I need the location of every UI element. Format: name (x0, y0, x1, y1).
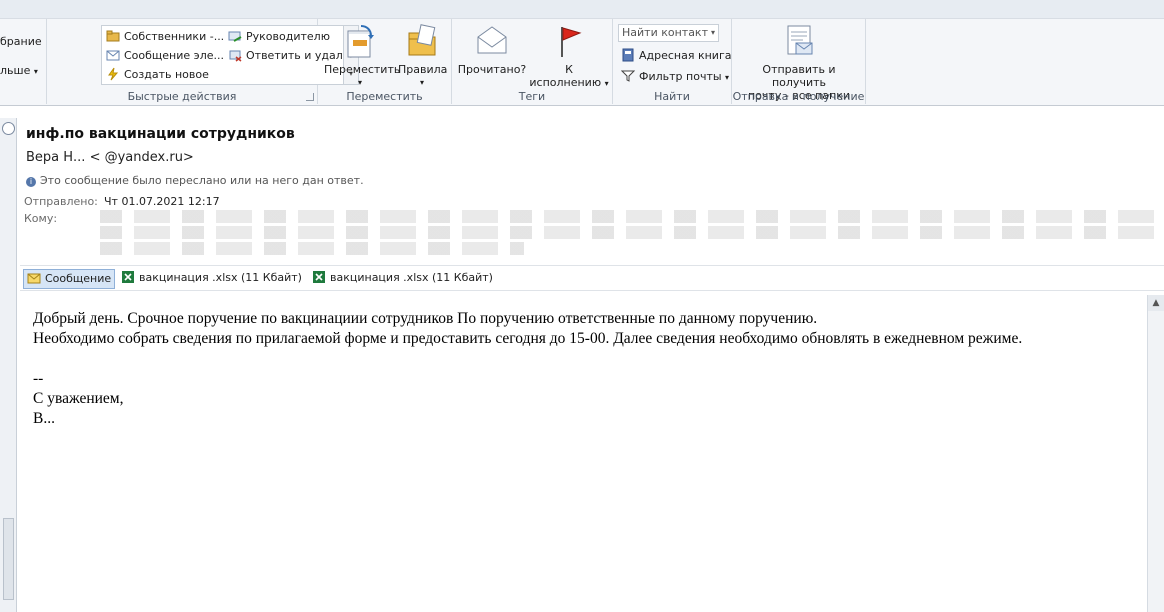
recipients-line (100, 226, 1160, 239)
attachment-file-1-label: вакцинация .xlsx (11 Кбайт) (139, 271, 302, 284)
message-tab[interactable]: Сообщение (23, 269, 116, 289)
message-body-text: Добрый день. Срочное поручение по вакцин… (33, 310, 1023, 427)
folder-icon (106, 29, 120, 43)
mail-icon (106, 48, 120, 62)
message-from[interactable]: Вера Н... < @yandex.ru> (26, 150, 194, 165)
excel-icon (312, 270, 326, 284)
ribbon: брание льше ▾ Собственники -... Руководи… (0, 0, 1164, 106)
message-tab-label: Сообщение (45, 272, 112, 285)
find-contact-input[interactable]: Найти контакт ▾ (618, 24, 719, 42)
ribbon-tab-strip (0, 0, 1164, 19)
group-label-quick-steps: Быстрые действия (127, 90, 237, 103)
send-receive-icon (787, 25, 813, 55)
forwarded-notice: i Это сообщение было переслано или на нег… (26, 174, 364, 187)
reply-delete-icon (228, 48, 242, 62)
message-subject: инф.по вакцинации сотрудников (26, 126, 295, 142)
ribbon-cut-item-2[interactable]: льше ▾ (0, 64, 38, 77)
mark-read-label: Прочитано? (457, 63, 527, 76)
forward-mail-icon (228, 29, 242, 43)
ribbon-cut-item-2-label: льше (0, 64, 31, 77)
filter-mail-button[interactable]: Фильтр почты ▾ (620, 69, 730, 83)
move-icon (347, 25, 374, 58)
filter-icon (620, 69, 636, 83)
dialog-launcher-icon[interactable] (306, 93, 314, 101)
attachments-bar: Сообщение вакцинация .xlsx (11 Кбайт) ва… (20, 265, 1164, 291)
sent-label: Отправлено: (24, 195, 98, 208)
body-scrollbar[interactable]: ▲ (1147, 295, 1164, 612)
attachment-file-2[interactable]: вакцинация .xlsx (11 Кбайт) (309, 269, 496, 287)
quick-step-owners[interactable]: Собственники -... (106, 29, 224, 43)
excel-icon (121, 270, 135, 284)
move-button-label: Переместить (324, 63, 401, 76)
quick-step-manager[interactable]: Руководителю (228, 29, 330, 43)
quick-step-owners-label: Собственники -... (124, 30, 225, 43)
group-label-move: Переместить (346, 90, 423, 103)
rules-button[interactable]: Правила ▾ (398, 23, 448, 89)
scroll-up-icon[interactable]: ▲ (1148, 295, 1164, 311)
dropdown-icon: ▾ (604, 79, 609, 88)
scrollbar-thumb[interactable] (3, 518, 14, 600)
filter-mail-label: Фильтр почты (639, 70, 722, 83)
quick-step-create-new-label: Создать новое (124, 68, 209, 81)
search-icon[interactable] (2, 122, 15, 135)
ribbon-group-move: Переместить ▾ Правила ▾ Переместить (318, 19, 452, 104)
ribbon-group-find: Найти контакт ▾ Адресная книга Фильтр по… (613, 19, 732, 104)
send-receive-label-1: Отправить и получить (762, 63, 836, 89)
dropdown-icon: ▾ (357, 78, 362, 87)
recipients-line (100, 210, 1160, 223)
dropdown-icon: ▾ (33, 67, 38, 76)
envelope-icon (477, 26, 507, 54)
follow-up-button[interactable]: К исполнению ▾ (528, 23, 610, 90)
ribbon-group-send-receive: Отправить и получить почту - все папки О… (732, 19, 866, 104)
dropdown-icon: ▾ (710, 28, 715, 37)
ribbon-group-cut: брание льше ▾ (0, 19, 47, 104)
ribbon-group-quick-steps: Собственники -... Руководителю Сообщение… (47, 19, 359, 104)
recipients-line (100, 242, 524, 255)
find-contact-label: Найти контакт (622, 26, 708, 39)
quick-step-create-new[interactable]: Создать новое (106, 67, 209, 81)
address-book-button[interactable]: Адресная книга (621, 48, 731, 62)
move-button[interactable]: Переместить ▾ (324, 23, 401, 89)
rules-icon (408, 24, 436, 56)
to-label: Кому: (24, 212, 58, 225)
ribbon-cut-item-1[interactable]: брание (0, 35, 42, 48)
group-label-find: Найти (654, 90, 690, 103)
flag-icon (561, 27, 582, 57)
address-book-icon (621, 48, 635, 62)
sent-value: Чт 01.07.2021 12:17 (104, 195, 220, 208)
follow-up-label-1: К (565, 63, 573, 76)
recipients-list[interactable] (100, 210, 1160, 264)
quick-step-email[interactable]: Сообщение эле... (106, 48, 224, 62)
group-label-tags: Теги (518, 90, 546, 103)
dropdown-icon: ▾ (725, 73, 730, 82)
group-label-send-receive: Отправка и получение (732, 90, 865, 103)
forwarded-notice-text: Это сообщение было переслано или на него… (40, 174, 364, 187)
ribbon-group-tags: Прочитано? К исполнению ▾ Теги (452, 19, 613, 104)
attachment-file-2-label: вакцинация .xlsx (11 Кбайт) (330, 271, 493, 284)
envelope-icon (27, 271, 41, 285)
lightning-icon (106, 67, 120, 81)
follow-up-label-2-wrap: исполнению ▾ (528, 76, 610, 90)
message-body[interactable]: Добрый день. Срочное поручение по вакцин… (20, 295, 1148, 612)
attachment-file-1[interactable]: вакцинация .xlsx (11 Кбайт) (118, 269, 305, 287)
follow-up-label-2: исполнению (529, 76, 602, 89)
nav-pane-edge (0, 118, 17, 612)
quick-step-email-label: Сообщение эле... (124, 49, 224, 62)
dropdown-icon: ▾ (419, 78, 424, 87)
info-icon: i (26, 177, 36, 187)
rules-button-label: Правила (398, 63, 448, 76)
address-book-label: Адресная книга (639, 49, 732, 62)
mark-read-button[interactable]: Прочитано? (454, 23, 530, 76)
